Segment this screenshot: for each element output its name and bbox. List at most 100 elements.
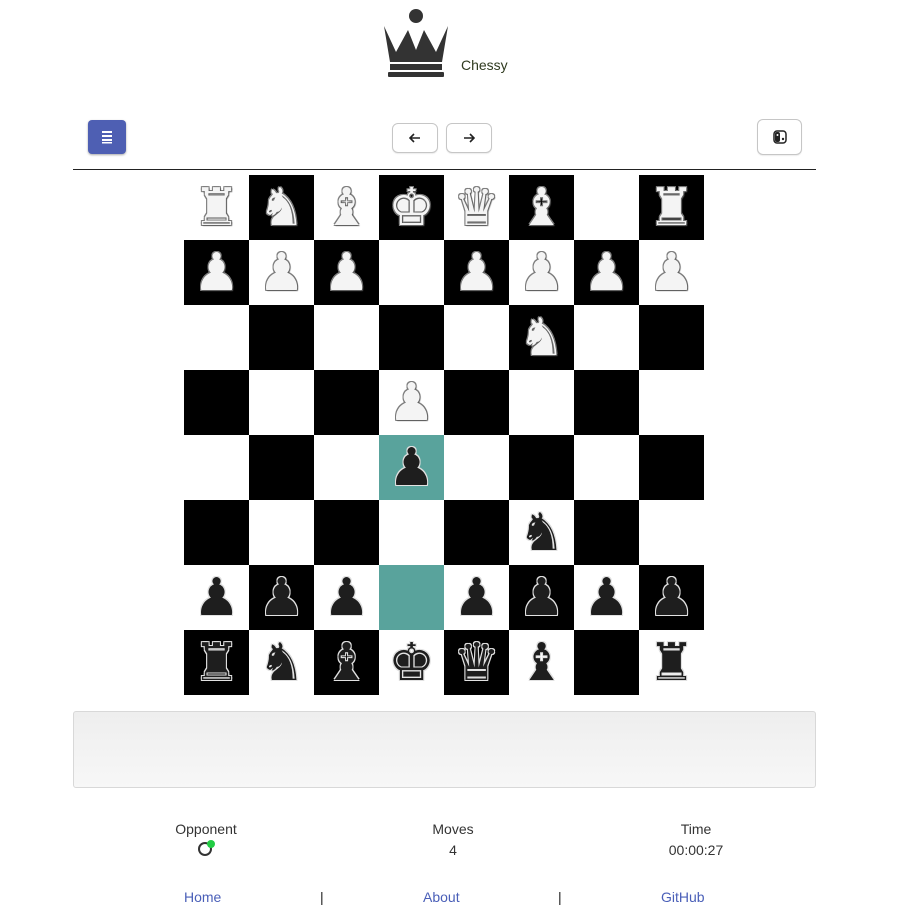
board-square[interactable] [379,565,444,630]
board-square[interactable]: ♜ [184,175,249,240]
board-square[interactable] [574,175,639,240]
board-square[interactable] [574,435,639,500]
black-rook-icon[interactable]: ♜ [193,637,240,689]
board-square[interactable]: ♜ [639,630,704,695]
board-square[interactable]: ♞ [509,305,574,370]
board-square[interactable]: ♟ [249,565,314,630]
board-square[interactable]: ♚ [379,630,444,695]
board-square[interactable]: ♝ [509,175,574,240]
board-square[interactable]: ♟ [574,565,639,630]
black-bishop-icon[interactable]: ♝ [518,637,565,689]
black-pawn-icon[interactable]: ♟ [518,572,565,624]
board-square[interactable]: ♟ [574,240,639,305]
board-square[interactable] [249,435,314,500]
board-square[interactable]: ♟ [509,240,574,305]
board-square[interactable] [184,435,249,500]
board-square[interactable] [639,500,704,565]
white-bishop-icon[interactable]: ♝ [518,182,565,234]
board-square[interactable] [379,500,444,565]
board-square[interactable]: ♝ [509,630,574,695]
chess-board[interactable]: ♜ ♞ ♝ ♚ ♛ ♝ ♜ ♟ ♟ ♟ ♟ ♟ ♟ ♟ ♞ ♟ ♟ ♞ ♟ ♟ ♟ ♟ ♟ ♟ ♟ ♜ ♞ ♝ ♚ ♛ ♝ ♜ [184,175,704,695]
board-square[interactable]: ♟ [379,435,444,500]
white-pawn-icon[interactable]: ♟ [583,247,630,299]
board-square[interactable]: ♟ [379,370,444,435]
white-queen-icon[interactable]: ♛ [453,182,500,234]
previous-move-button[interactable] [392,123,438,153]
board-square[interactable]: ♟ [639,565,704,630]
white-knight-icon[interactable]: ♞ [518,312,565,364]
board-square[interactable] [444,500,509,565]
board-square[interactable]: ♟ [184,240,249,305]
white-king-icon[interactable]: ♚ [388,182,435,234]
board-square[interactable] [509,370,574,435]
board-square[interactable]: ♞ [509,500,574,565]
board-square[interactable]: ♟ [444,565,509,630]
black-pawn-icon[interactable]: ♟ [453,572,500,624]
white-rook-icon[interactable]: ♜ [193,182,240,234]
board-square[interactable] [314,370,379,435]
board-square[interactable] [379,240,444,305]
white-pawn-icon[interactable]: ♟ [453,247,500,299]
white-rook-icon[interactable]: ♜ [648,182,695,234]
black-pawn-icon[interactable]: ♟ [323,572,370,624]
github-link[interactable]: GitHub [661,889,705,905]
board-square[interactable]: ♟ [639,240,704,305]
board-square[interactable] [249,500,314,565]
black-pawn-icon[interactable]: ♟ [648,572,695,624]
white-pawn-icon[interactable]: ♟ [258,247,305,299]
board-square[interactable] [184,305,249,370]
board-square[interactable] [184,370,249,435]
black-queen-icon[interactable]: ♛ [453,637,500,689]
board-square[interactable]: ♝ [314,175,379,240]
black-pawn-icon[interactable]: ♟ [583,572,630,624]
white-pawn-icon[interactable]: ♟ [518,247,565,299]
board-square[interactable]: ♞ [249,630,314,695]
board-square[interactable] [444,305,509,370]
board-square[interactable]: ♟ [184,565,249,630]
black-bishop-icon[interactable]: ♝ [323,637,370,689]
board-square[interactable] [314,435,379,500]
board-square[interactable]: ♟ [509,565,574,630]
board-square[interactable] [444,370,509,435]
flip-board-button[interactable] [757,119,802,155]
board-square[interactable] [639,370,704,435]
white-pawn-icon[interactable]: ♟ [648,247,695,299]
board-square[interactable]: ♝ [314,630,379,695]
board-square[interactable]: ♟ [314,240,379,305]
board-square[interactable]: ♚ [379,175,444,240]
board-square[interactable] [184,500,249,565]
white-bishop-icon[interactable]: ♝ [323,182,370,234]
white-pawn-icon[interactable]: ♟ [323,247,370,299]
board-square[interactable] [249,370,314,435]
board-square[interactable] [314,305,379,370]
board-square[interactable] [574,630,639,695]
next-move-button[interactable] [446,123,492,153]
home-link[interactable]: Home [184,889,221,905]
board-square[interactable]: ♜ [639,175,704,240]
board-square[interactable]: ♛ [444,630,509,695]
black-pawn-icon[interactable]: ♟ [258,572,305,624]
board-square[interactable] [314,500,379,565]
about-link[interactable]: About [423,889,460,905]
board-square[interactable] [379,305,444,370]
board-square[interactable] [574,305,639,370]
black-king-icon[interactable]: ♚ [388,637,435,689]
board-square[interactable] [249,305,314,370]
board-square[interactable] [639,435,704,500]
black-pawn-icon[interactable]: ♟ [388,442,435,494]
black-knight-icon[interactable]: ♞ [518,507,565,559]
board-square[interactable]: ♟ [444,240,509,305]
board-square[interactable]: ♞ [249,175,314,240]
menu-button[interactable] [88,120,126,154]
white-pawn-icon[interactable]: ♟ [388,377,435,429]
board-square[interactable] [509,435,574,500]
board-square[interactable]: ♟ [249,240,314,305]
board-square[interactable]: ♛ [444,175,509,240]
white-knight-icon[interactable]: ♞ [258,182,305,234]
board-square[interactable]: ♜ [184,630,249,695]
black-pawn-icon[interactable]: ♟ [193,572,240,624]
board-square[interactable] [444,435,509,500]
board-square[interactable] [574,370,639,435]
board-square[interactable] [574,500,639,565]
board-square[interactable]: ♟ [314,565,379,630]
